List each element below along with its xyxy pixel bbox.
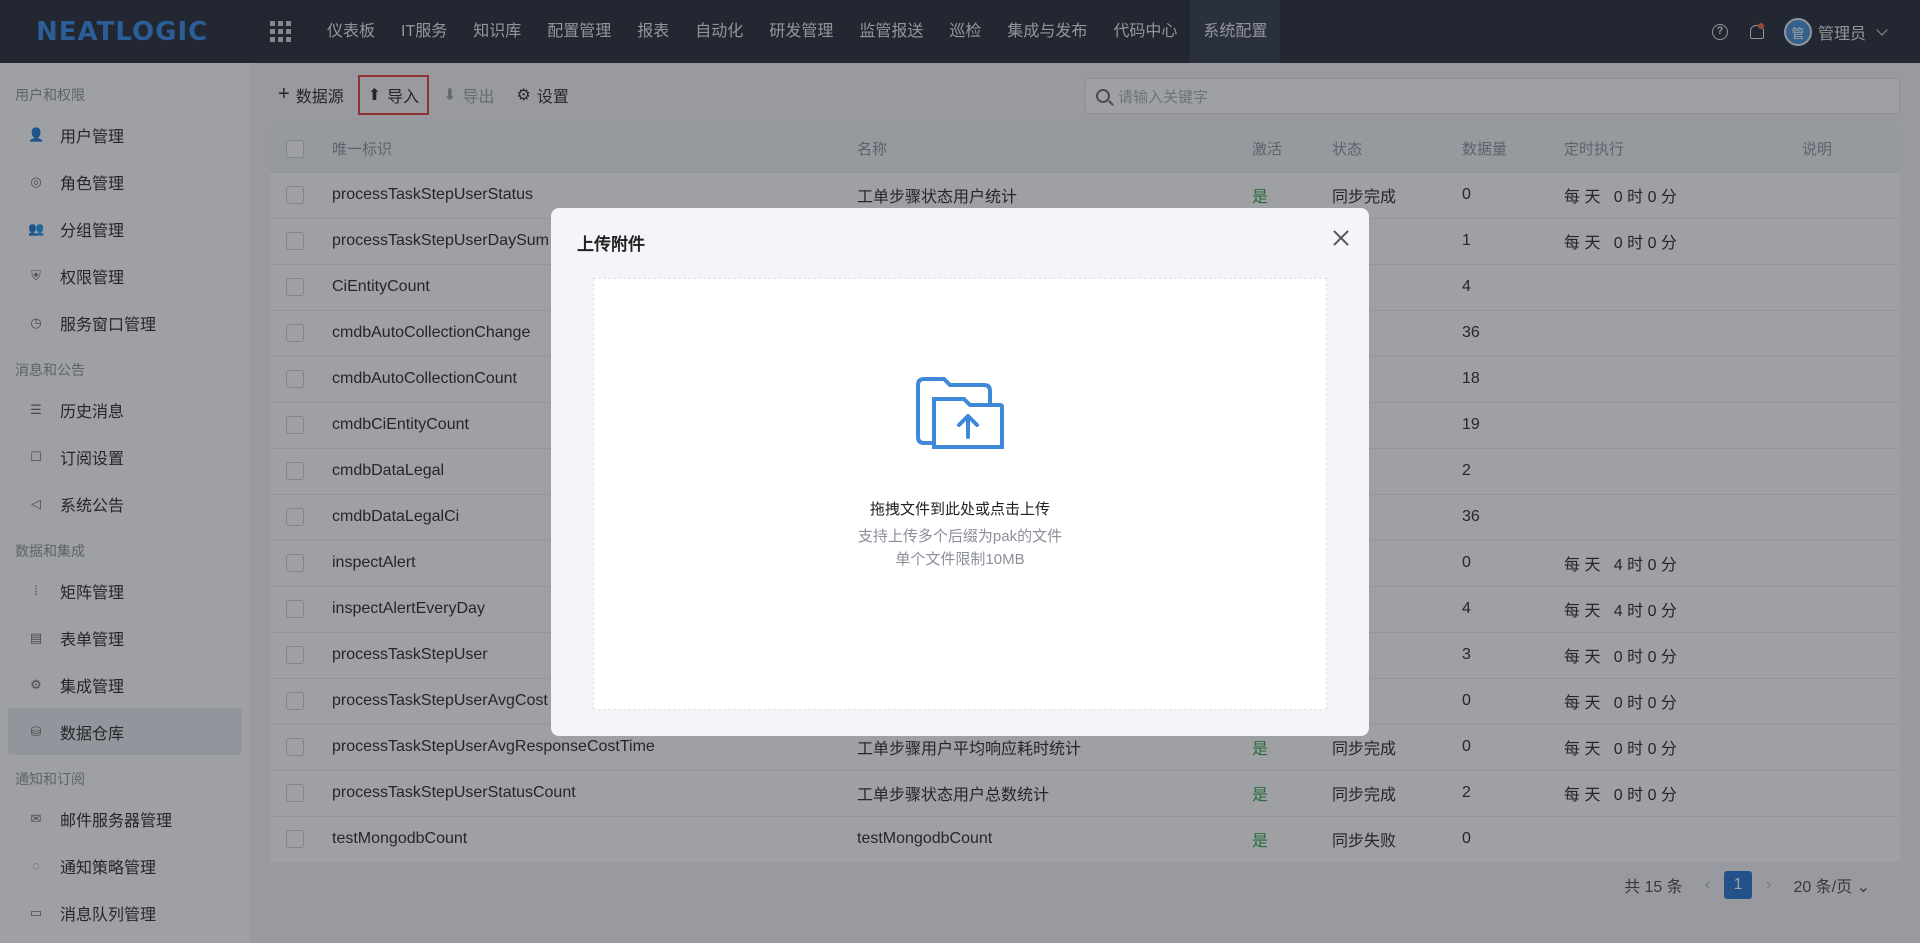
folder-upload-icon: [916, 377, 1004, 449]
upload-dropzone[interactable]: 拖拽文件到此处或点击上传 支持上传多个后缀为pak的文件 单个文件限制10MB: [593, 278, 1327, 710]
dialog-title: 上传附件: [577, 235, 645, 254]
upload-hint: 拖拽文件到此处或点击上传: [869, 501, 1050, 518]
close-icon[interactable]: [1331, 228, 1351, 248]
upload-dialog: 上传附件 拖拽文件到此处或点击上传 支持上传多个后缀为pak的文件 单个文件限制…: [551, 208, 1369, 736]
upload-subtext: 支持上传多个后缀为pak的文件 单个文件限制10MB: [857, 528, 1063, 568]
